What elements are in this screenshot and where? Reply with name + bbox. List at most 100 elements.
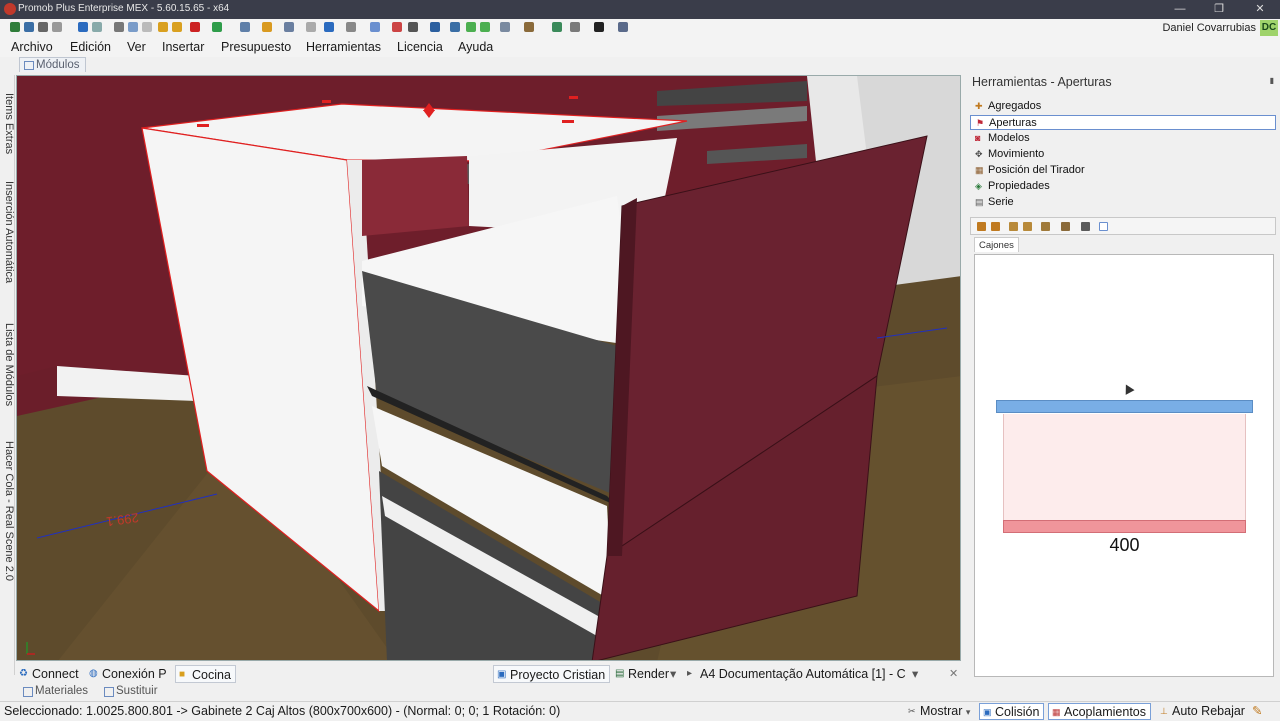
- minimize-icon[interactable]: —: [1160, 0, 1200, 19]
- tab-label: Connect: [32, 667, 79, 681]
- select-icon[interactable]: [324, 22, 334, 32]
- copy-icon[interactable]: [128, 22, 138, 32]
- drawer-split-icon[interactable]: [1041, 222, 1050, 231]
- tab-insercion-automatica[interactable]: Inserción Automática: [0, 181, 15, 303]
- tab-proyecto[interactable]: ▣ Proyecto Cristian: [493, 665, 611, 683]
- save-icon[interactable]: [38, 22, 48, 32]
- cut-icon[interactable]: [114, 22, 124, 32]
- close-icon[interactable]: ✕: [1240, 0, 1280, 19]
- tab-render[interactable]: ▤ Render: [612, 665, 669, 683]
- measure-icon[interactable]: [392, 22, 402, 32]
- tools-panel: Herramientas - Aperturas ▮ ✚ Agregados ⚑…: [968, 73, 1280, 683]
- drawer-link-icon[interactable]: [1061, 222, 1070, 231]
- brush-icon[interactable]: [172, 22, 182, 32]
- rotate-icon[interactable]: [346, 22, 356, 32]
- 3d-viewport[interactable]: 299.1: [16, 75, 961, 661]
- drawer-add-icon[interactable]: [977, 222, 986, 231]
- cube-icon[interactable]: [524, 22, 534, 32]
- delete-icon[interactable]: [190, 22, 200, 32]
- tool-posicion-tirador[interactable]: ▦ Posición del Tirador: [970, 163, 1276, 178]
- menu-insertar[interactable]: Insertar: [162, 40, 204, 54]
- mostrar-button[interactable]: ✂ Mostrar ▾: [905, 703, 970, 720]
- acoplamientos-toggle[interactable]: ▦ Acoplamientos: [1048, 703, 1151, 720]
- drawer-copy-icon[interactable]: [1009, 222, 1018, 231]
- tool-propiedades[interactable]: ◈ Propiedades: [970, 179, 1276, 194]
- tool-label: Propiedades: [988, 180, 1050, 192]
- tab-conexion[interactable]: ◍ Conexión P: [86, 665, 167, 683]
- tab-items-extras[interactable]: Items Extras: [0, 93, 15, 179]
- render-dropdown-icon[interactable]: ▾: [670, 665, 676, 683]
- move-tool-icon[interactable]: [594, 22, 604, 32]
- drawer-paste-icon[interactable]: [1023, 222, 1032, 231]
- print-icon[interactable]: [52, 22, 62, 32]
- menu-edicion[interactable]: Edición: [70, 40, 111, 54]
- dropdown-icon: ▾: [965, 707, 971, 717]
- paste-icon[interactable]: [142, 22, 152, 32]
- tab-label: Proyecto Cristian: [510, 668, 606, 682]
- camera-icon[interactable]: [450, 22, 460, 32]
- drawer-front-bar[interactable]: [1003, 520, 1246, 533]
- handle-icon: ▦: [975, 165, 984, 175]
- drawer-remove-icon[interactable]: [991, 222, 1000, 231]
- menu-presupuesto[interactable]: Presupuesto: [221, 40, 291, 54]
- tab-cajones[interactable]: Cajones: [974, 237, 1019, 252]
- tab-lista-modulos[interactable]: Lista de Módulos: [0, 323, 15, 419]
- add-icon: ✚: [975, 101, 983, 111]
- open-icon[interactable]: [24, 22, 34, 32]
- new-icon[interactable]: [10, 22, 20, 32]
- redo-icon[interactable]: [92, 22, 102, 32]
- drawer-editor-canvas[interactable]: 400: [974, 254, 1274, 677]
- refresh-icon[interactable]: [212, 22, 222, 32]
- arrow-right-icon[interactable]: [480, 22, 490, 32]
- drawer-top-rail[interactable]: [996, 400, 1253, 413]
- tab-materiales[interactable]: Materiales: [20, 684, 88, 699]
- paint-icon[interactable]: [158, 22, 168, 32]
- bucket-icon[interactable]: [370, 22, 380, 32]
- marker[interactable]: [322, 100, 331, 103]
- module-icon[interactable]: [262, 22, 272, 32]
- edit-icon[interactable]: [552, 22, 562, 32]
- modules-tab[interactable]: Módulos: [19, 57, 87, 72]
- tab-hacer-cola[interactable]: Hacer Cola - Real Scene 2.0: [0, 441, 15, 601]
- marker[interactable]: [562, 120, 574, 123]
- tool-movimiento[interactable]: ✥ Movimiento: [970, 147, 1276, 162]
- marker[interactable]: [569, 96, 578, 99]
- tab-documentacion[interactable]: ▸ A4 Documentação Automática [1] - C: [684, 665, 906, 683]
- close-tab-icon[interactable]: ✕: [949, 665, 958, 683]
- user-avatar[interactable]: DC: [1260, 20, 1278, 36]
- snap-icon[interactable]: [570, 22, 580, 32]
- menu-licencia[interactable]: Licencia: [397, 40, 443, 54]
- undo-icon[interactable]: [78, 22, 88, 32]
- settings-icon[interactable]: ✎: [1252, 703, 1262, 720]
- tab-sustituir[interactable]: Sustituir: [101, 684, 158, 699]
- tool-agregados[interactable]: ✚ Agregados: [970, 99, 1276, 114]
- grid-icon[interactable]: [240, 22, 250, 32]
- arrow-left-icon[interactable]: [466, 22, 476, 32]
- scene-render[interactable]: 299.1: [17, 76, 961, 661]
- tab-cocina[interactable]: ■ Cocina: [175, 665, 236, 683]
- menu-ver[interactable]: Ver: [127, 40, 146, 54]
- tab-connect[interactable]: ♻ Connect: [16, 665, 79, 683]
- view-icon[interactable]: [500, 22, 510, 32]
- drawer-body[interactable]: [1003, 414, 1246, 522]
- tool-modelos[interactable]: ◙ Modelos: [970, 131, 1276, 146]
- drawer-settings-icon[interactable]: [1081, 222, 1090, 231]
- pin-icon[interactable]: ▮: [1270, 76, 1274, 85]
- layout-icon[interactable]: [618, 22, 628, 32]
- doc-dropdown-icon[interactable]: ▾: [912, 665, 918, 683]
- shape-icon[interactable]: [284, 22, 294, 32]
- menu-herramientas[interactable]: Herramientas: [306, 40, 381, 54]
- tab-label: Render: [628, 667, 669, 681]
- colision-toggle[interactable]: ▣ Colisión: [979, 703, 1045, 720]
- menu-ayuda[interactable]: Ayuda: [458, 40, 493, 54]
- drawer-pointer-icon[interactable]: [1099, 222, 1108, 231]
- tool-serie[interactable]: ▤ Serie: [970, 195, 1276, 210]
- marker[interactable]: [197, 124, 209, 127]
- restore-icon[interactable]: ❐: [1199, 0, 1239, 19]
- dimension-icon[interactable]: [408, 22, 418, 32]
- eye-icon[interactable]: [430, 22, 440, 32]
- auto-rebajar-toggle[interactable]: ⊥ Auto Rebajar: [1157, 703, 1245, 720]
- layer-icon[interactable]: [306, 22, 316, 32]
- menu-archivo[interactable]: Archivo: [11, 40, 53, 54]
- tool-aperturas[interactable]: ⚑ Aperturas: [970, 115, 1276, 130]
